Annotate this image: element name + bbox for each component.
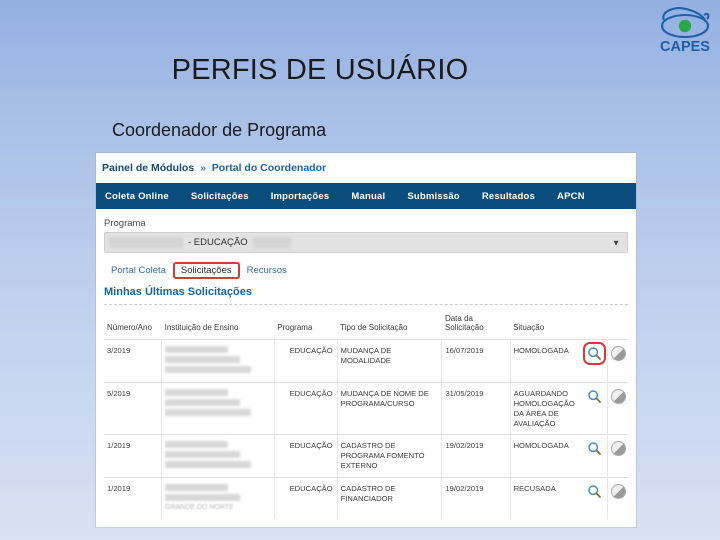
cell-situacao: AGUARDANDO HOMOLOGAÇÃO DA ÁREA DE AVALIA… (510, 382, 584, 435)
cell-tipo: MUDANÇA DE MODALIDADE (337, 339, 443, 383)
cell-data: 31/05/2019 (441, 382, 511, 435)
nav-item-resultados[interactable]: Resultados (482, 191, 535, 202)
programa-selected-value: - EDUCAÇÃO (188, 237, 248, 248)
search-icon[interactable] (582, 342, 606, 366)
table-row[interactable]: 1/2019 GRANDE DO NORTE EDUCAÇÃO CADASTRO… (104, 477, 628, 520)
tab-bar: Portal Coleta Solicitações Recursos (104, 262, 628, 279)
cell-view-action[interactable] (583, 434, 608, 478)
cell-status-indicator[interactable] (607, 339, 628, 383)
table-row[interactable]: 1/2019 EDUCAÇÃO CADASTRO DE PROGRAMA FOM… (104, 434, 628, 478)
breadcrumb-current: Portal do Coordenador (211, 162, 327, 174)
redacted-text-block (165, 356, 241, 364)
cell-numero-ano: 3/2019 (104, 339, 163, 383)
redacted-text-block (165, 441, 228, 449)
redacted-text-block (165, 409, 251, 417)
nav-item-coleta-online[interactable]: Coleta Online (105, 191, 169, 202)
tab-portal-coleta[interactable]: Portal Coleta (104, 263, 173, 278)
redacted-text-block (165, 399, 241, 407)
cell-view-action[interactable] (583, 382, 608, 435)
cell-instituicao (161, 339, 275, 383)
breadcrumb-separator-icon: » (200, 162, 206, 174)
search-icon[interactable] (587, 389, 602, 404)
redacted-text-block (252, 237, 291, 248)
nav-item-importacoes[interactable]: Importações (271, 191, 330, 202)
tab-recursos[interactable]: Recursos (240, 263, 294, 278)
cell-numero-ano: 1/2019 (104, 477, 163, 520)
tab-solicitacoes[interactable]: Solicitações (172, 262, 240, 279)
redacted-text-block (165, 366, 251, 374)
cell-situacao: HOMOLOGADA (510, 339, 584, 383)
page-subtitle: Coordenador de Programa (112, 120, 327, 140)
cell-tipo: CADASTRO DE FINANCIADOR (337, 477, 443, 520)
nav-item-submissao[interactable]: Submissão (407, 191, 459, 202)
main-navbar: Coleta Online Solicitações Importações M… (96, 183, 636, 209)
cell-data: 19/02/2019 (441, 477, 511, 520)
status-circle-icon[interactable] (610, 441, 626, 457)
cell-programa: EDUCAÇÃO (274, 382, 338, 435)
cell-data: 16/07/2019 (441, 339, 511, 383)
redacted-text-block (165, 461, 251, 469)
status-circle-icon[interactable] (610, 346, 626, 362)
breadcrumb-root[interactable]: Painel de Módulos (102, 162, 194, 174)
redacted-text-block (165, 494, 241, 502)
redacted-text-block (165, 389, 228, 397)
cell-tipo: CADASTRO DE PROGRAMA FOMENTO EXTERNO (337, 434, 443, 478)
column-header-status-icon (607, 305, 628, 340)
breadcrumb: Painel de Módulos » Portal do Coordenado… (96, 153, 636, 183)
table-row[interactable]: 3/2019 EDUCAÇÃO MUDANÇA DE MODALIDADE 16… (104, 339, 628, 383)
cell-instituicao (161, 382, 275, 435)
column-header-data: Data da Solicitação (444, 314, 484, 333)
cell-instituicao (161, 434, 275, 478)
cell-status-indicator[interactable] (607, 477, 628, 520)
redacted-text-block (165, 346, 228, 354)
cell-programa: EDUCAÇÃO (274, 477, 338, 520)
column-header-instituicao: Instituição de Ensino (164, 323, 239, 333)
programa-select[interactable]: - EDUCAÇÃO ▼ (104, 232, 628, 253)
nav-item-solicitacoes[interactable]: Solicitações (191, 191, 249, 202)
cell-status-indicator[interactable] (607, 382, 628, 435)
nav-item-apcn[interactable]: APCN (557, 191, 585, 202)
table-row[interactable]: 5/2019 EDUCAÇÃO MUDANÇA DE NOME DE PROGR… (104, 382, 628, 435)
status-circle-icon[interactable] (610, 389, 626, 405)
cell-numero-ano: 1/2019 (104, 434, 163, 478)
capes-logo: CAPES (652, 2, 718, 58)
column-header-tipo: Tipo de Solicitação (340, 323, 408, 333)
cell-programa: EDUCAÇÃO (274, 339, 338, 383)
column-header-numero-ano: Número/Ano (107, 323, 152, 333)
cell-situacao: RECUSADA (510, 477, 584, 520)
cell-programa: EDUCAÇÃO (274, 434, 338, 478)
cell-view-action[interactable] (582, 339, 608, 383)
redacted-text-block (165, 451, 241, 459)
capes-wordmark: CAPES (660, 39, 710, 55)
cell-situacao: HOMOLOGADA (510, 434, 584, 478)
column-header-programa: Programa (277, 323, 313, 333)
status-circle-icon[interactable] (610, 484, 626, 500)
search-icon[interactable] (587, 441, 602, 456)
page-title: PERFIS DE USUÁRIO (171, 54, 469, 86)
redacted-text-block (109, 237, 183, 248)
cell-status-indicator[interactable] (607, 434, 628, 478)
cell-instituicao: GRANDE DO NORTE (161, 477, 275, 520)
section-title: Minhas Últimas Solicitações (104, 286, 628, 305)
solicitacoes-table: Número/Ano Instituição de Ensino Program… (104, 305, 628, 520)
embedded-screenshot: Painel de Módulos » Portal do Coordenado… (96, 153, 636, 527)
column-header-situacao: Situação (513, 323, 545, 333)
cell-data: 19/02/2019 (441, 434, 511, 478)
search-icon[interactable] (587, 484, 602, 499)
column-header-actions (583, 305, 607, 340)
cell-view-action[interactable] (583, 477, 608, 520)
cell-numero-ano: 5/2019 (104, 382, 163, 435)
nav-item-manual[interactable]: Manual (351, 191, 385, 202)
redacted-text-block (165, 484, 228, 492)
table-header-row: Número/Ano Instituição de Ensino Program… (104, 305, 628, 340)
cell-instituicao-partial-text: GRANDE DO NORTE (165, 504, 234, 512)
programa-label: Programa (104, 218, 146, 229)
chevron-down-icon[interactable]: ▼ (612, 238, 620, 247)
cell-tipo: MUDANÇA DE NOME DE PROGRAMA/CURSO (337, 382, 443, 435)
